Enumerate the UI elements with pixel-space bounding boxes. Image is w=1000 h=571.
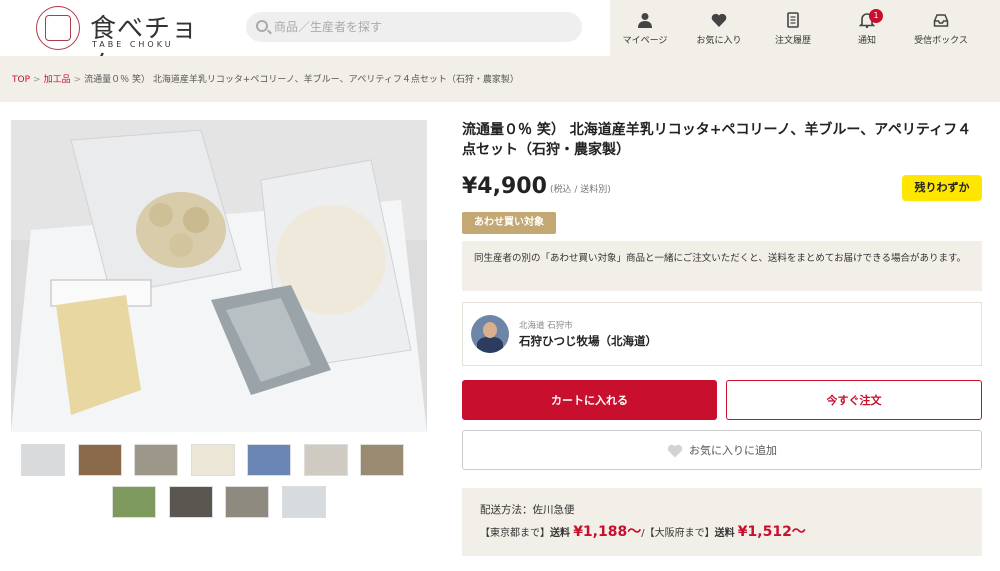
osaka-label: 【大阪府まで】 bbox=[644, 528, 715, 539]
thumbnail[interactable] bbox=[247, 444, 291, 476]
nav-label: マイページ bbox=[622, 36, 668, 46]
thumbnail[interactable] bbox=[134, 444, 178, 476]
add-to-cart-button[interactable]: カートに入れる bbox=[462, 380, 717, 420]
cheese-photo bbox=[11, 120, 427, 432]
producer-card[interactable]: 北海道 石狩市 石狩ひつじ牧場（北海道） bbox=[462, 302, 982, 366]
nav-order-history[interactable]: 注文履歴 bbox=[758, 0, 828, 56]
site-header: 食べチョク TABE CHOKU マイページ お気に入り 注文履歴 1 通知 受… bbox=[0, 0, 1000, 81]
thumbnail[interactable] bbox=[191, 444, 235, 476]
breadcrumb-category-link[interactable]: 加工品 bbox=[44, 75, 71, 85]
price-note: (税込 / 送料別) bbox=[550, 185, 611, 195]
tokyo-label: 【東京都まで】 bbox=[480, 528, 550, 539]
breadcrumb-bar: TOP > 加工品 > 流通量０％ 笑） 北海道産羊乳リコッタ+ペコリーノ、羊ブルー、ア… bbox=[0, 56, 1000, 102]
search-icon[interactable] bbox=[256, 20, 268, 32]
fee-label: 送料 bbox=[714, 528, 735, 539]
notification-badge: 1 bbox=[869, 9, 883, 23]
search-bar bbox=[246, 12, 582, 42]
combo-purchase-tag: あわせ買い対象 bbox=[462, 212, 556, 234]
site-logo[interactable]: 食べチョク TABE CHOKU bbox=[36, 6, 216, 81]
nav-mypage[interactable]: マイページ bbox=[610, 0, 680, 56]
heart-icon bbox=[667, 444, 683, 458]
favorite-label: お気に入りに追加 bbox=[689, 444, 777, 457]
nav-label: 通知 bbox=[857, 36, 876, 46]
user-nav: マイページ お気に入り 注文履歴 1 通知 受信ボックス bbox=[610, 0, 1000, 56]
nav-inbox[interactable]: 受信ボックス bbox=[906, 0, 976, 56]
receipt-icon bbox=[787, 12, 799, 28]
nav-label: 受信ボックス bbox=[914, 36, 968, 46]
logo-mark-icon bbox=[36, 6, 80, 50]
thumbnail[interactable] bbox=[225, 486, 269, 518]
product-main-image[interactable] bbox=[11, 120, 427, 432]
person-icon bbox=[638, 13, 652, 28]
producer-location: 北海道 石狩市 bbox=[519, 321, 573, 331]
thumbnail[interactable] bbox=[169, 486, 213, 518]
shipping-info: 配送方法：佐川急便 【東京都まで】送料 ¥1,188〜/【大阪府まで】送料 ¥1… bbox=[462, 488, 982, 556]
breadcrumb-current: 流通量０％ 笑） 北海道産羊乳リコッタ+ペコリーノ、羊ブルー、アペリティフ４点セ… bbox=[84, 75, 519, 85]
thumbnail[interactable] bbox=[282, 486, 326, 518]
thumbnail[interactable] bbox=[21, 444, 65, 476]
nav-label: お気に入り bbox=[696, 36, 742, 46]
low-stock-badge: 残りわずか bbox=[902, 175, 982, 201]
nav-label: 注文履歴 bbox=[774, 36, 811, 46]
osaka-fee: ¥1,512〜 bbox=[737, 524, 806, 540]
product-price: ¥4,900 bbox=[462, 174, 547, 199]
thumbnail[interactable] bbox=[112, 486, 156, 518]
breadcrumb: TOP > 加工品 > 流通量０％ 笑） 北海道産羊乳リコッタ+ペコリーノ、羊ブルー、ア… bbox=[12, 75, 519, 85]
nav-notifications[interactable]: 1 通知 bbox=[832, 0, 902, 56]
shipping-fees: 【東京都まで】送料 ¥1,188〜/【大阪府まで】送料 ¥1,512〜 bbox=[480, 521, 806, 541]
thumbnail[interactable] bbox=[360, 444, 404, 476]
search-input[interactable] bbox=[274, 12, 574, 42]
thumbnail[interactable] bbox=[304, 444, 348, 476]
add-favorite-button[interactable]: お気に入りに追加 bbox=[462, 430, 982, 470]
product-title: 流通量０％ 笑） 北海道産羊乳リコッタ+ペコリーノ、羊ブルー、アペリティフ４点セ… bbox=[462, 122, 972, 158]
heart-icon bbox=[711, 13, 727, 27]
thumbnail[interactable] bbox=[78, 444, 122, 476]
combo-note-text: 同生産者の別の「あわせ買い対象」商品と一緒にご注文いただくと、送料をまとめてお届… bbox=[474, 253, 967, 264]
producer-name[interactable]: 石狩ひつじ牧場（北海道） bbox=[519, 333, 657, 349]
logo-subtext: TABE CHOKU bbox=[92, 40, 174, 49]
producer-avatar bbox=[471, 315, 509, 353]
tokyo-fee: ¥1,188〜 bbox=[573, 524, 642, 540]
inbox-icon bbox=[933, 14, 949, 27]
order-now-button[interactable]: 今すぐ注文 bbox=[726, 380, 982, 420]
nav-favorites[interactable]: お気に入り bbox=[684, 0, 754, 56]
fee-label: 送料 bbox=[550, 528, 570, 539]
combo-purchase-note: 同生産者の別の「あわせ買い対象」商品と一緒にご注文いただくと、送料をまとめてお届… bbox=[462, 241, 982, 291]
shipping-method: 配送方法：佐川急便 bbox=[480, 504, 575, 516]
breadcrumb-top-link[interactable]: TOP bbox=[12, 75, 30, 85]
